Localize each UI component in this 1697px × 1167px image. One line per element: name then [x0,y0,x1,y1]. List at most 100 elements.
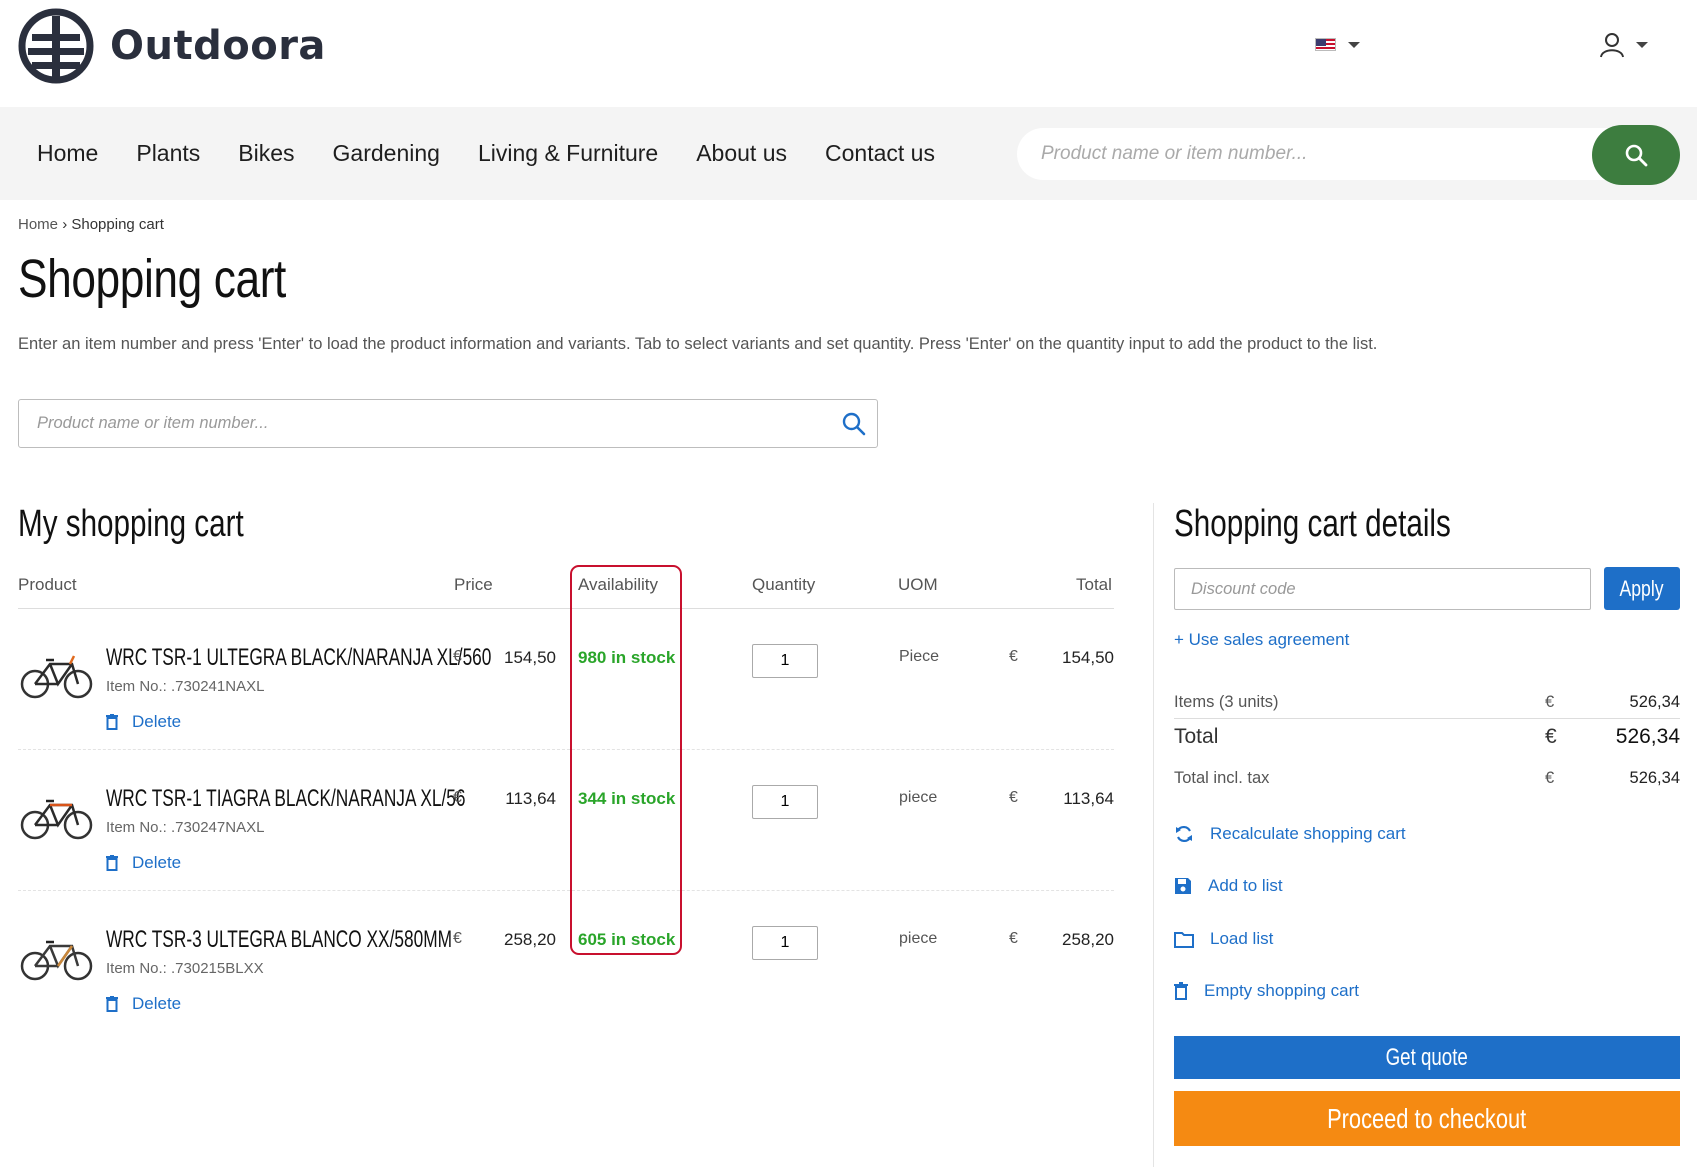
nav-item-bikes[interactable]: Bikes [238,140,294,167]
items-amount: 526,34 [1629,693,1680,711]
line-total: 258,20 [1062,930,1114,949]
column-header-availability: Availability [578,575,659,594]
total-currency: € [1009,789,1018,806]
load-list-button[interactable]: Load list [1174,929,1273,949]
product-name[interactable]: WRC TSR-1 TIAGRA BLACK/NARANJA XL/56 [106,785,465,813]
trash-icon [106,996,118,1012]
main-nav: Home Plants Bikes Gardening Living & Fur… [0,107,1697,200]
proceed-to-checkout-button[interactable]: Proceed to checkout [1174,1091,1680,1146]
quantity-input[interactable] [752,644,818,678]
delete-button[interactable]: Delete [106,994,181,1014]
add-to-list-button[interactable]: Add to list [1174,876,1283,896]
quantity-input[interactable] [752,785,818,819]
product-name[interactable]: WRC TSR-1 ULTEGRA BLACK/NARANJA XL/560 [106,644,491,672]
product-item-number: Item No.: .730247NAXL [106,819,265,836]
empty-cart-button[interactable]: Empty shopping cart [1174,981,1359,1001]
user-icon [1600,33,1624,58]
delete-button[interactable]: Delete [106,853,181,873]
line-total: 113,64 [1063,789,1114,808]
nav-item-home[interactable]: Home [37,140,98,167]
my-cart-title: My shopping cart [18,503,244,545]
row-divider [18,890,1114,891]
nav-item-gardening[interactable]: Gardening [333,140,440,167]
bike-image [20,655,93,699]
discount-code-input[interactable] [1191,569,1571,609]
page-intro: Enter an item number and press 'Enter' t… [18,335,1378,353]
search-icon [1625,144,1648,167]
product-item-number: Item No.: .730241NAXL [106,678,265,695]
recalculate-label: Recalculate shopping cart [1210,824,1406,843]
get-quote-label: Get quote [1385,1043,1469,1071]
cart-row: WRC TSR-3 ULTEGRA BLANCO XX/580MM Item N… [0,902,1120,1042]
checkout-label: Proceed to checkout [1327,1102,1527,1134]
header-search [1017,125,1680,185]
column-header-quantity: Quantity [752,575,816,594]
tree-logo-icon [18,8,94,84]
breadcrumb-home[interactable]: Home [18,216,58,233]
empty-cart-label: Empty shopping cart [1204,981,1359,1000]
load-list-label: Load list [1210,929,1274,948]
use-sales-agreement-link[interactable]: + Use sales agreement [1174,630,1349,650]
unit-of-measure: piece [899,789,938,806]
summary-divider [1174,718,1680,719]
apply-label: Apply [1619,575,1665,601]
folder-icon [1174,931,1194,948]
breadcrumb-current: Shopping cart [71,216,164,233]
total-label: Total [1174,725,1219,748]
quick-order-search [18,399,878,448]
nav-item-living-furniture[interactable]: Living & Furniture [478,140,658,167]
nav-item-about-us[interactable]: About us [696,140,787,167]
account-menu[interactable] [1600,32,1648,58]
cart-row: WRC TSR-1 TIAGRA BLACK/NARANJA XL/56 Ite… [0,761,1120,901]
quantity-input[interactable] [752,926,818,960]
column-header-total: Total [1076,575,1112,594]
column-header-price: Price [454,575,493,594]
header-search-button[interactable] [1592,125,1680,185]
delete-label: Delete [132,994,182,1013]
brand-name: Outdoora [110,23,326,69]
breadcrumb-separator: › [62,216,68,233]
total-amount: 526,34 [1615,725,1680,748]
breadcrumb: Home › Shopping cart [18,216,164,233]
language-selector[interactable] [1315,38,1360,51]
product-name[interactable]: WRC TSR-3 ULTEGRA BLANCO XX/580MM [106,926,452,954]
total-currency: € [1009,930,1018,947]
trash-icon [106,714,118,730]
column-header-uom: UOM [898,575,938,594]
total-currency: € [1009,648,1018,665]
nav-item-contact-us[interactable]: Contact us [825,140,935,167]
nav-item-plants[interactable]: Plants [136,140,200,167]
get-quote-button[interactable]: Get quote [1174,1036,1680,1079]
recalculate-cart-button[interactable]: Recalculate shopping cart [1174,824,1406,844]
table-header-divider [18,608,1114,609]
stock-status: 980 in stock [578,648,676,667]
apply-discount-button[interactable]: Apply [1604,567,1680,610]
price-currency: € [453,930,462,947]
trash-icon [106,855,118,871]
line-total: 154,50 [1062,648,1114,667]
save-icon [1175,878,1191,894]
quick-order-input[interactable] [37,400,817,447]
delete-button[interactable]: Delete [106,712,181,732]
brand-logo[interactable]: Outdoora [18,8,326,84]
unit-of-measure: piece [899,930,938,947]
product-price: 154,50 [504,648,556,667]
bike-image [20,940,93,981]
total-incl-tax-label: Total incl. tax [1174,769,1270,787]
stock-status: 605 in stock [578,930,676,949]
site-header: Outdoora [0,0,1697,107]
delete-label: Delete [132,853,182,872]
search-icon[interactable] [841,411,867,437]
column-header-product: Product [18,575,77,594]
unit-of-measure: Piece [899,648,940,665]
items-label: Items (3 units) [1174,693,1279,711]
add-to-list-label: Add to list [1208,876,1283,895]
price-currency: € [453,789,462,806]
cart-row: WRC TSR-1 ULTEGRA BLACK/NARANJA XL/560 I… [0,620,1120,760]
header-search-input[interactable] [1041,128,1601,180]
column-divider [1153,503,1154,1167]
total-incl-tax-amount: 526,34 [1629,769,1680,787]
chevron-down-icon [1348,41,1360,48]
chevron-down-icon [1636,42,1648,48]
refresh-icon [1176,825,1192,843]
